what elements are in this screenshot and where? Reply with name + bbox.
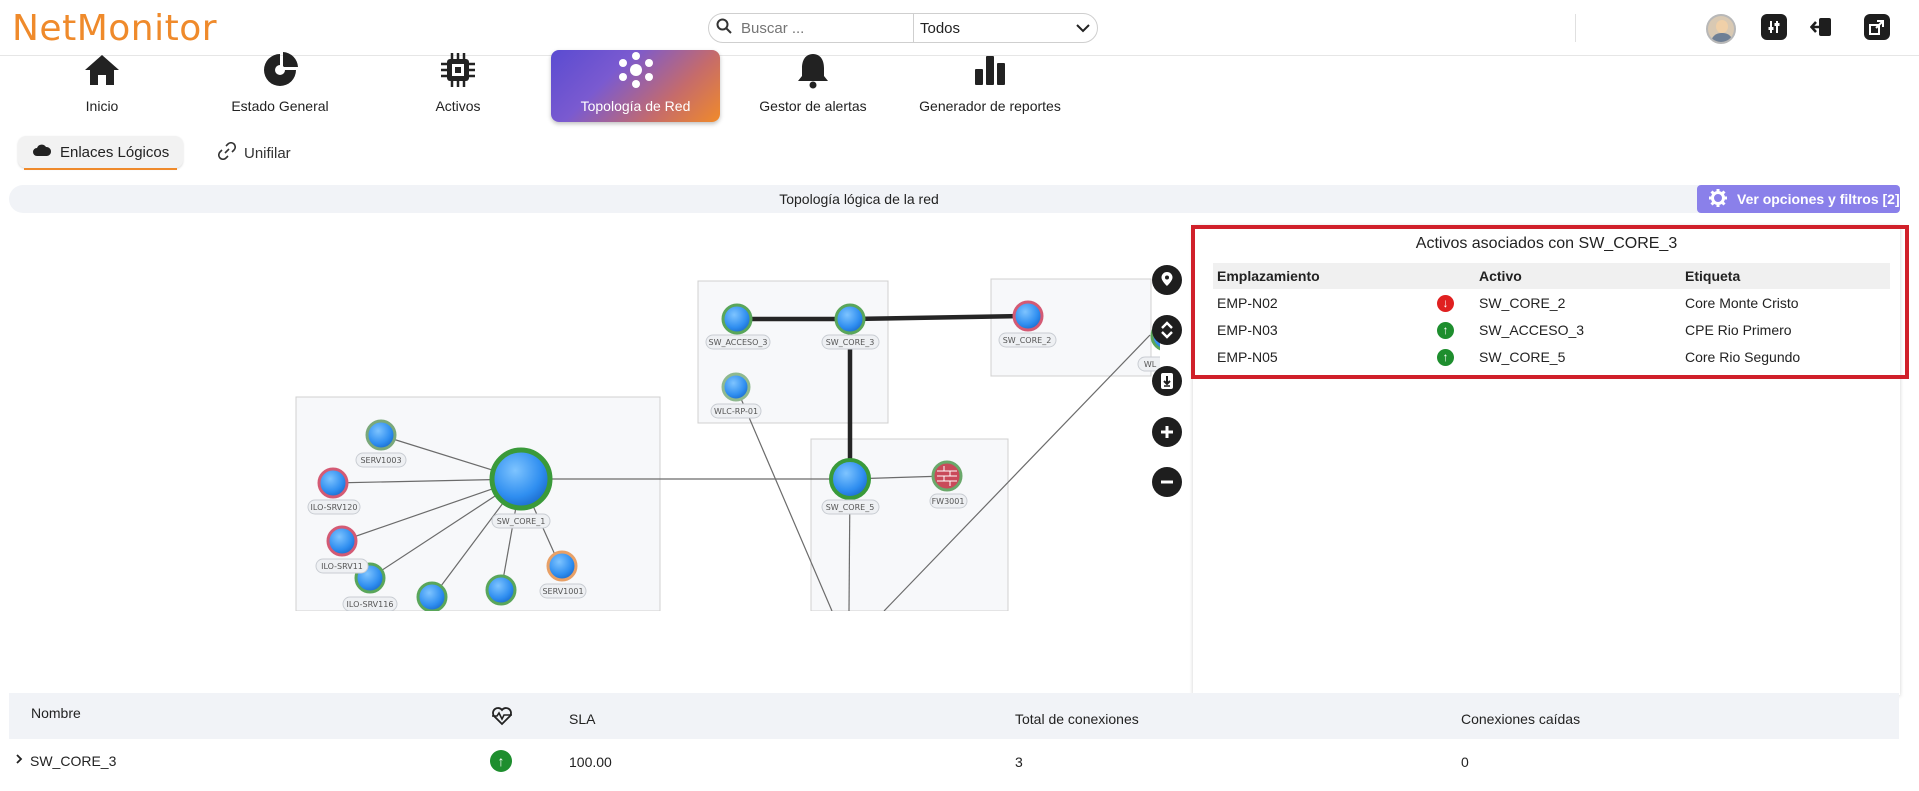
tab-label: Unifilar — [244, 144, 291, 162]
bar-chart-icon — [915, 50, 1065, 90]
search-divider — [913, 14, 914, 42]
status-up-icon: ↑ — [490, 750, 512, 772]
location-pin-icon[interactable] — [1152, 265, 1182, 295]
nav-item-gestor-de-alertas[interactable]: Gestor de alertas — [753, 50, 873, 122]
node-label: SERV1001 — [542, 587, 583, 596]
firewall-icon[interactable] — [931, 460, 963, 492]
node-label: WL — [1144, 360, 1157, 369]
link-icon — [217, 141, 237, 164]
node-label: ILO-SRV120 — [311, 503, 358, 512]
column-header-sla[interactable]: SLA — [569, 711, 595, 727]
gauge-icon — [205, 50, 355, 90]
popout-window-icon[interactable] — [1864, 14, 1890, 40]
nav-item-label: Topología de Red — [580, 98, 691, 114]
search-bar: Todos — [708, 13, 1098, 43]
node-label: SW_CORE_2 — [1003, 336, 1052, 345]
zoom-out-icon[interactable] — [1152, 467, 1182, 497]
tab-enlaces-logicos[interactable]: Enlaces Lógicos — [18, 136, 183, 170]
node-label: SERV1003 — [360, 456, 401, 465]
cloud-icon — [32, 143, 52, 161]
nav-item-estado-general[interactable]: Estado General — [205, 50, 355, 122]
column-header-name[interactable]: Nombre — [31, 705, 81, 721]
node-label: SW_CORE_1 — [497, 517, 546, 526]
topology-node[interactable] — [365, 419, 397, 451]
node-label: FW3001 — [932, 497, 965, 506]
search-icon[interactable] — [709, 18, 739, 39]
tab-unifilar[interactable]: Unifilar — [217, 141, 291, 164]
nav-item-label: Activos — [435, 98, 481, 114]
topbar-divider — [1575, 14, 1576, 42]
node-group-box — [990, 278, 1152, 377]
options-filters-button[interactable]: Ver opciones y filtros [2] — [1697, 185, 1900, 213]
topology-node[interactable] — [485, 574, 517, 606]
row-sla: 100.00 — [569, 754, 612, 770]
column-header-down[interactable]: Conexiones caídas — [1461, 711, 1580, 727]
logout-icon[interactable] — [1809, 14, 1835, 40]
bell-icon — [753, 50, 873, 90]
topology-node[interactable] — [489, 447, 553, 511]
expand-row-chevron-icon[interactable] — [15, 753, 23, 767]
active-tab-underline — [24, 168, 177, 170]
topology-node[interactable] — [721, 372, 751, 402]
search-filter-select[interactable]: Todos — [920, 20, 1069, 37]
nav-item-topologia-de-red[interactable]: Topología de Red — [551, 50, 720, 122]
topology-node[interactable] — [326, 525, 358, 557]
network-icon — [551, 50, 720, 90]
options-button-label: Ver opciones y filtros [2] — [1737, 191, 1900, 207]
nav-item-activos[interactable]: Activos — [408, 50, 508, 122]
download-icon[interactable] — [1152, 366, 1182, 396]
nav-item-label: Inicio — [85, 98, 119, 114]
vertical-arrows-icon[interactable] — [1152, 315, 1182, 345]
zoom-in-icon[interactable] — [1152, 417, 1182, 447]
table-header: Nombre SLA Total de conexiones Conexione… — [9, 693, 1899, 739]
row-total: 3 — [1015, 754, 1023, 770]
topology-node[interactable] — [1012, 300, 1044, 332]
node-label: ILO-SRV11 — [321, 562, 363, 571]
topology-node[interactable] — [721, 303, 753, 335]
node-label: ILO-SRV116 — [347, 600, 394, 609]
nav-item-label: Estado General — [231, 98, 329, 114]
search-input[interactable] — [739, 18, 909, 38]
node-label: WLC-RP-01 — [714, 407, 758, 416]
nav-item-label: Generador de reportes — [919, 98, 1061, 114]
app-logo[interactable]: NetMonitor — [12, 8, 217, 49]
topology-canvas[interactable]: SW_ACCESO_3 SW_CORE_3 SW_CORE_2 WLC-RP-0… — [0, 225, 1160, 611]
row-name: SW_CORE_3 — [30, 753, 117, 769]
node-label: SW_CORE_5 — [826, 503, 875, 512]
node-label: SW_CORE_3 — [826, 338, 875, 347]
highlight-box — [1191, 225, 1909, 379]
topology-node[interactable] — [416, 581, 448, 611]
topology-title-bar: Topología lógica de la red — [9, 185, 1899, 213]
top-bar: NetMonitor Todos — [0, 0, 1919, 56]
topology-node[interactable] — [546, 550, 578, 582]
page-title: Topología lógica de la red — [779, 191, 939, 207]
settings-sliders-icon[interactable] — [1761, 14, 1787, 40]
column-header-total[interactable]: Total de conexiones — [1015, 711, 1139, 727]
topology-node[interactable] — [829, 458, 871, 500]
topology-node[interactable] — [317, 467, 349, 499]
node-group-box — [697, 280, 889, 424]
topology-node[interactable] — [834, 303, 866, 335]
table-row[interactable]: SW_CORE_3 ↑ 100.00 3 0 — [9, 743, 1899, 779]
nav-item-inicio[interactable]: Inicio — [52, 50, 152, 122]
node-label: SW_ACCESO_3 — [708, 338, 767, 347]
main-nav: Inicio Estado General Activos Topología … — [0, 50, 1100, 125]
nav-item-label: Gestor de alertas — [759, 98, 867, 114]
heart-pulse-icon[interactable] — [491, 706, 513, 729]
gear-icon — [1709, 188, 1727, 210]
home-icon — [52, 50, 152, 90]
tab-label: Enlaces Lógicos — [60, 143, 170, 161]
nav-item-generador-de-reportes[interactable]: Generador de reportes — [915, 50, 1065, 122]
row-down: 0 — [1461, 754, 1469, 770]
chip-icon — [408, 50, 508, 90]
avatar[interactable] — [1706, 14, 1736, 44]
chevron-down-icon[interactable] — [1069, 20, 1097, 36]
